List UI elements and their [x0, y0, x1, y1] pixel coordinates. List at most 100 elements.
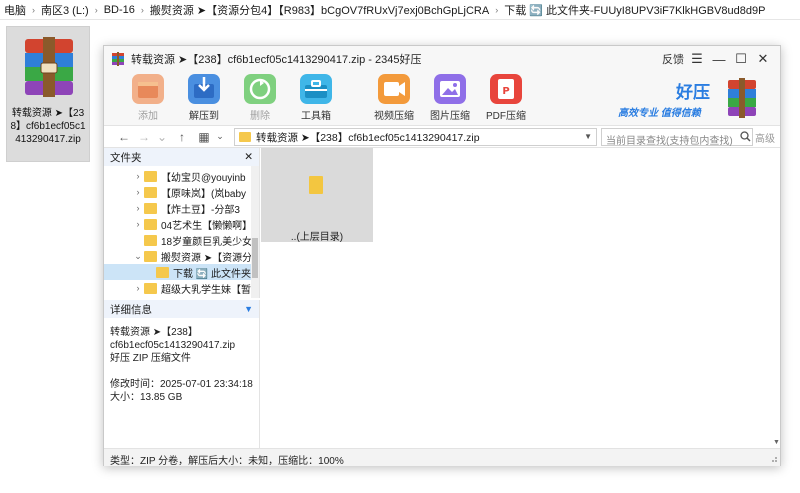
chevron-right-icon: ›: [140, 4, 144, 15]
feedback-link[interactable]: 反馈: [660, 51, 686, 67]
breadcrumb-bd16[interactable]: BD-16: [100, 4, 139, 16]
status-text: 类型：ZIP 分卷，解压后大小：未知，压缩比：100%: [110, 456, 344, 467]
forward-button[interactable]: →: [136, 130, 152, 144]
detail-panel-title: 详细信息: [110, 303, 152, 316]
history-dropdown[interactable]: ⌄: [154, 130, 170, 144]
svg-text:P: P: [502, 86, 509, 97]
breadcrumb-resource-folder[interactable]: 搬熨资源 ➤【资源分包4】【R983】bCgOV7fRUxVj7exj0BchG…: [146, 2, 493, 18]
detail-type: 好压 ZIP 压缩文件: [110, 353, 191, 364]
folder-icon: [239, 132, 251, 142]
folder-icon: [144, 170, 157, 182]
back-button[interactable]: ←: [116, 130, 132, 144]
view-mode-dropdown[interactable]: ⌄: [212, 131, 228, 142]
folder-icon: [144, 234, 157, 246]
navigation-bar: ← → ⌄ ↑ ▦ ⌄ 转载资源 ➤【238】cf6b1ecf05c141329…: [104, 126, 780, 148]
add-archive-icon: [132, 74, 164, 104]
tree-item[interactable]: 18岁童颜巨乳美少女: [104, 232, 254, 248]
folder-icon: [144, 186, 157, 198]
chevron-down-icon[interactable]: ▼: [244, 304, 253, 314]
chevron-right-icon[interactable]: ›: [132, 203, 144, 213]
haozip-logo-icon: [728, 78, 756, 118]
tree-scrollbar[interactable]: [251, 166, 259, 298]
chevron-right-icon: ›: [32, 4, 35, 15]
video-icon: [378, 74, 410, 104]
chevron-right-icon[interactable]: ›: [132, 187, 144, 197]
toolbar: 添加 解压到 删除 工具箱 视频压缩 图片压缩 P PDF压缩 好压 高效专业 …: [104, 72, 780, 126]
recycle-icon: [244, 74, 276, 104]
tree-item-selected[interactable]: 下载 🔄 此文件夹: [104, 264, 254, 280]
folder-icon: [144, 250, 157, 262]
extract-icon: [188, 74, 220, 104]
up-button[interactable]: ↑: [174, 130, 190, 144]
breadcrumb-computer[interactable]: 电脑: [0, 2, 30, 18]
scroll-down-icon[interactable]: ▼: [773, 439, 780, 446]
delete-button[interactable]: 删除: [232, 74, 288, 122]
tree-item[interactable]: › 【原味岚】(岚baby: [104, 184, 254, 200]
image-compress-button[interactable]: 图片压缩: [422, 74, 478, 122]
breadcrumb-drive[interactable]: 南区3 (L:): [37, 2, 93, 18]
pdf-compress-button[interactable]: P PDF压缩: [478, 74, 534, 122]
chevron-right-icon[interactable]: ›: [132, 283, 144, 293]
parent-directory-label: ..(上层目录): [290, 232, 344, 243]
folder-icon: [144, 282, 157, 294]
chevron-down-icon[interactable]: ⌄: [132, 251, 144, 262]
brand-name: 好压: [676, 83, 710, 102]
tree-item[interactable]: › 04艺术生【懒懒啊】: [104, 216, 254, 232]
resize-grip-icon[interactable]: [770, 455, 778, 463]
minimize-button[interactable]: —: [708, 52, 730, 67]
tree-item[interactable]: › 超级大乳学生妹【暂: [104, 280, 254, 296]
folder-tree-panel: 文件夹 ✕ › 【幼宝贝@youyinb › 【原味岚】(岚baby › 【炸土…: [104, 148, 260, 298]
folder-icon: [309, 176, 323, 194]
chevron-right-icon[interactable]: ›: [132, 219, 144, 229]
tree-item[interactable]: ⌄ 搬熨资源 ➤【资源分: [104, 248, 254, 264]
path-field[interactable]: 转载资源 ➤【238】cf6b1ecf05c1413290417.zip ▼: [234, 128, 597, 146]
brand-banner: 好压 高效专业 值得信赖: [618, 76, 758, 122]
maximize-button[interactable]: ☐: [730, 51, 752, 67]
brand-slogan: 高效专业 值得信赖: [618, 108, 701, 119]
toolbox-button[interactable]: 工具箱: [288, 74, 344, 122]
tree-item[interactable]: › 【炸土豆】-分部3: [104, 200, 254, 216]
detail-name-line1: 转载资源 ➤【238】: [110, 327, 198, 338]
chevron-right-icon[interactable]: ›: [132, 171, 144, 181]
folder-icon: [144, 202, 157, 214]
folder-icon: [144, 218, 157, 230]
video-compress-button[interactable]: 视频压缩: [366, 74, 422, 122]
desktop-archive-file[interactable]: 转载资源 ➤【238】cf6b1ecf05c1413290417.zip: [6, 26, 90, 162]
folder-icon: [156, 266, 169, 278]
chevron-right-icon: ›: [495, 4, 499, 15]
pdf-icon: P: [490, 74, 522, 104]
close-button[interactable]: ✕: [752, 51, 774, 67]
status-bar: 类型：ZIP 分卷，解压后大小：未知，压缩比：100%: [104, 448, 780, 467]
detail-panel-header[interactable]: 详细信息 ▼: [104, 300, 259, 318]
folder-panel-header: 文件夹 ✕: [104, 148, 259, 166]
folder-panel-title: 文件夹: [110, 151, 142, 164]
advanced-search-button[interactable]: 高级: [755, 130, 775, 145]
rar-archive-icon: [25, 37, 73, 97]
scrollbar-thumb[interactable]: [252, 238, 258, 278]
view-mode-button[interactable]: ▦: [196, 130, 212, 144]
path-dropdown-icon[interactable]: ▼: [584, 132, 592, 141]
detail-name-line2: cf6b1ecf05c1413290417.zip: [110, 340, 236, 351]
window-title: 转载资源 ➤【238】cf6b1ecf05c1413290417.zip - 2…: [131, 54, 422, 66]
parent-directory-item[interactable]: ..(上层目录): [261, 148, 373, 243]
toolbox-icon: [300, 74, 332, 104]
title-bar[interactable]: 转载资源 ➤【238】cf6b1ecf05c1413290417.zip - 2…: [104, 46, 780, 72]
image-icon: [434, 74, 466, 104]
close-icon[interactable]: ✕: [244, 151, 253, 163]
explorer-address-bar[interactable]: 电脑 › 南区3 (L:) › BD-16 › 搬熨资源 ➤【资源分包4】【R9…: [0, 0, 800, 20]
extract-button[interactable]: 解压到: [176, 74, 232, 122]
detail-size: 大小：13.85 GB: [110, 392, 183, 403]
haozip-window: 转载资源 ➤【238】cf6b1ecf05c1413290417.zip - 2…: [103, 45, 781, 467]
tree-item[interactable]: › 【幼宝贝@youyinb: [104, 168, 254, 184]
desktop-file-label: 转载资源 ➤【238】cf6b1ecf05c1413290417.zip: [10, 108, 86, 145]
detail-panel: 详细信息 ▼ 转载资源 ➤【238】 cf6b1ecf05c1413290417…: [104, 300, 260, 448]
menu-icon[interactable]: ☰: [686, 51, 708, 67]
haozip-app-icon: [112, 52, 124, 66]
chevron-right-icon: ›: [94, 4, 98, 15]
add-button[interactable]: 添加: [120, 74, 176, 122]
file-list-scrollbar[interactable]: ▼: [772, 148, 780, 448]
search-icon[interactable]: [740, 131, 751, 142]
search-input[interactable]: 当前目录查找(支持包内查找): [601, 128, 753, 147]
file-list-area[interactable]: ..(上层目录) ▼: [261, 148, 780, 448]
breadcrumb-download-folder[interactable]: 下载 🔄 此文件夹-FUUyI8UPV3iF7KlkHGBV8ud8d9P: [500, 2, 769, 18]
